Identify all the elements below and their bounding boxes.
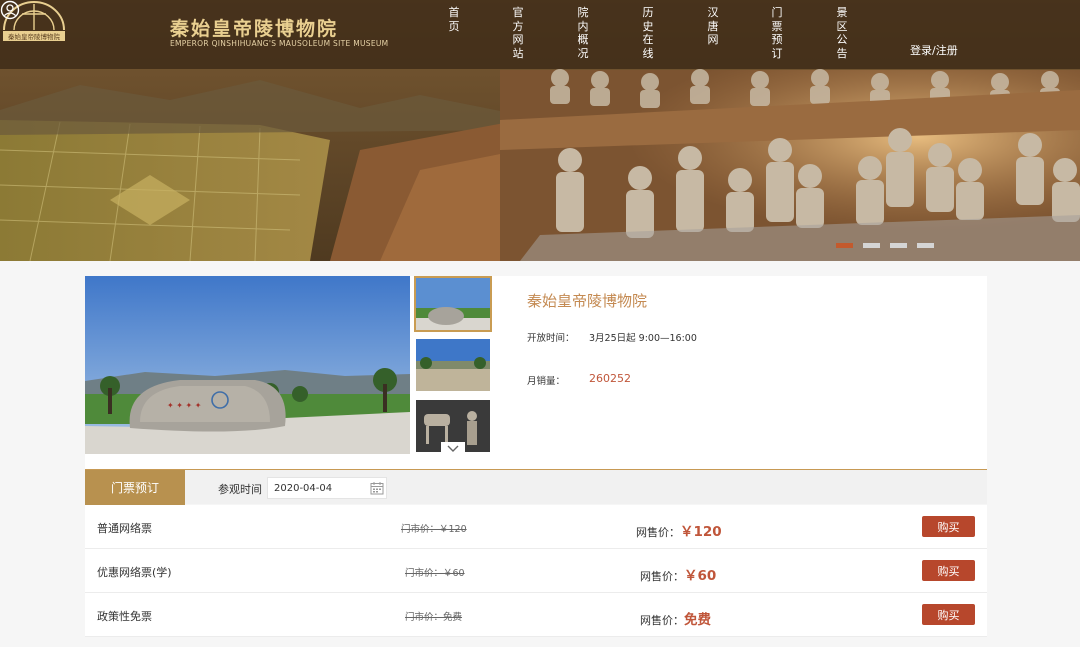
- svg-text:✦ ✦ ✦ ✦: ✦ ✦ ✦ ✦: [167, 401, 202, 410]
- carousel-dot-2[interactable]: [863, 243, 880, 248]
- net-price: 网售价：￥120: [636, 520, 722, 540]
- monthly-sales-value: 260252: [589, 372, 631, 385]
- product-info-card: ✦ ✦ ✦ ✦ 秦始皇帝陵博物院 开放时间： 3月25日起 9:00—16:00…: [85, 276, 987, 469]
- nav-official-site[interactable]: 官方网站: [511, 6, 525, 60]
- net-price-value: 免费: [684, 612, 711, 628]
- top-navigation-bar: 秦始皇帝陵博物院 秦始皇帝陵博物院 EMPEROR QINSHIHUANG'S …: [0, 0, 1080, 69]
- market-price: 门市价：免费: [405, 612, 463, 623]
- ticket-booking-header: 门票预订 参观时间: [85, 469, 987, 505]
- thumbnail-1[interactable]: [414, 276, 492, 332]
- site-title[interactable]: 秦始皇帝陵博物院: [170, 14, 338, 41]
- ticket-row-student: 优惠网络票(学) 门市价：￥60 网售价：￥60 购买: [85, 549, 987, 593]
- net-price-label: 网售价：: [640, 570, 684, 583]
- main-photo: ✦ ✦ ✦ ✦: [85, 276, 410, 454]
- user-icon[interactable]: [0, 0, 20, 20]
- nav-home[interactable]: 首页: [447, 6, 461, 33]
- ticket-name: 优惠网络票(学): [97, 566, 172, 579]
- net-price-value: ￥60: [684, 568, 717, 584]
- visit-date-input[interactable]: [267, 477, 387, 499]
- buy-button[interactable]: 购买: [922, 604, 975, 625]
- nav-announcements[interactable]: 景区公告: [835, 6, 849, 60]
- carousel-indicators: [836, 243, 934, 248]
- calendar-icon[interactable]: [370, 481, 384, 495]
- venue-title: 秦始皇帝陵博物院: [527, 292, 648, 310]
- net-price-label: 网售价：: [636, 526, 680, 539]
- net-price-value: ￥120: [680, 524, 722, 540]
- net-price: 网售价：￥60: [640, 564, 716, 584]
- ticket-name: 普通网络票: [97, 522, 152, 535]
- buy-button[interactable]: 购买: [922, 516, 975, 537]
- nav-ticket-booking[interactable]: 门票预订: [770, 6, 784, 60]
- carousel-dot-4[interactable]: [917, 243, 934, 248]
- market-price: 门市价：￥60: [405, 568, 465, 579]
- login-register-link[interactable]: 登录/注册: [910, 42, 958, 58]
- ticket-row-regular: 普通网络票 门市价：￥120 网售价：￥120 购买: [85, 505, 987, 549]
- monthly-sales-label: 月销量：: [527, 376, 566, 387]
- chevron-down-icon: [447, 445, 459, 452]
- carousel-dot-3[interactable]: [890, 243, 907, 248]
- svg-text:秦始皇帝陵博物院: 秦始皇帝陵博物院: [8, 32, 61, 41]
- market-price: 门市价：￥120: [401, 524, 467, 535]
- thumbnail-next-button[interactable]: [441, 442, 465, 454]
- ticket-row-free-policy: 政策性免票 门市价：免费 网售价：免费 购买: [85, 593, 987, 637]
- nav-han-tang[interactable]: 汉唐网: [706, 6, 720, 47]
- nav-museum-overview[interactable]: 院内概况: [576, 6, 590, 60]
- hero-banner[interactable]: 秦始皇帝陵博物院 秦始皇帝陵博物院 EMPEROR QINSHIHUANG'S …: [0, 0, 1080, 261]
- site-title-english: EMPEROR QINSHIHUANG'S MAUSOLEUM SITE MUS…: [170, 39, 389, 48]
- visit-date-label: 参观时间: [218, 483, 262, 496]
- net-price: 网售价：免费: [640, 608, 711, 628]
- carousel-dot-1[interactable]: [836, 243, 853, 248]
- thumbnail-2[interactable]: [414, 337, 492, 393]
- ticket-name: 政策性免票: [97, 610, 152, 623]
- open-time-label: 开放时间：: [527, 333, 575, 344]
- thumbnail-strip: [414, 276, 492, 454]
- net-price-label: 网售价：: [640, 614, 684, 627]
- tab-ticket-booking[interactable]: 门票预订: [85, 470, 185, 505]
- buy-button[interactable]: 购买: [922, 560, 975, 581]
- nav-history-online[interactable]: 历史在线: [641, 6, 655, 60]
- open-time-value: 3月25日起 9:00—16:00: [589, 333, 697, 344]
